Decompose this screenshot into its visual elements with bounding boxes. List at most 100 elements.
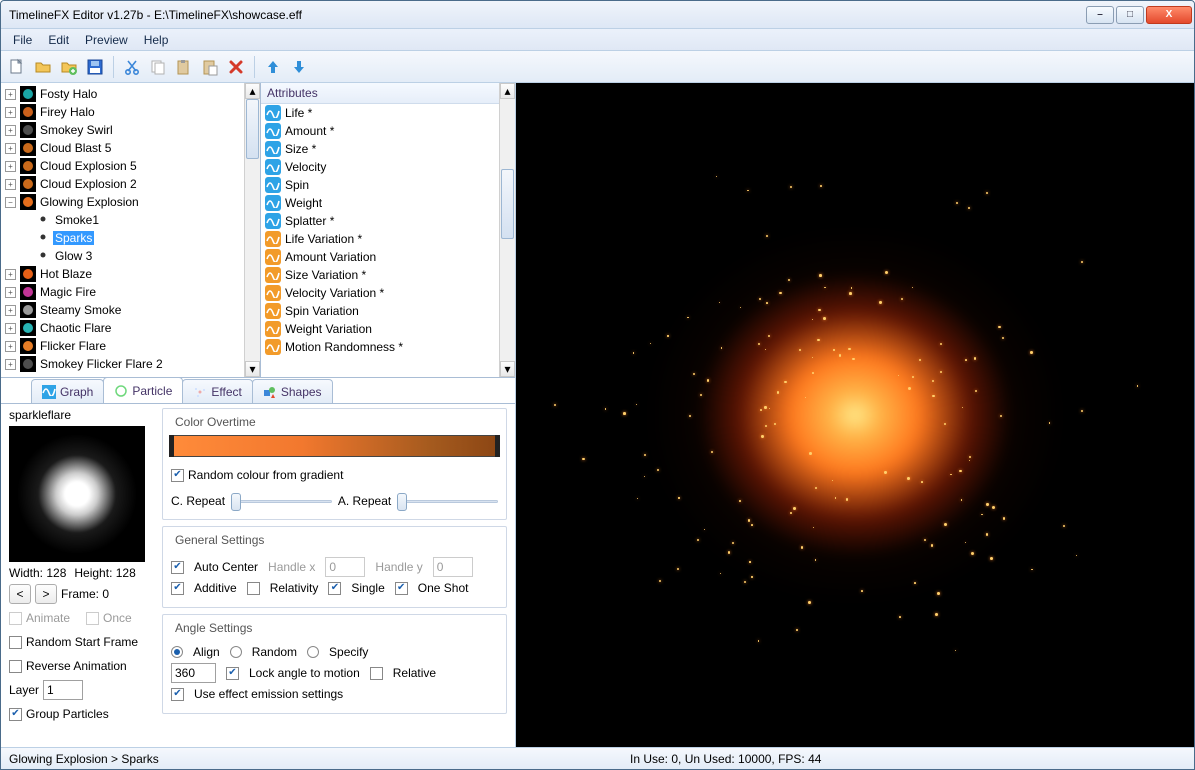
tree-item[interactable]: +Smokey Swirl: [5, 121, 244, 139]
tree-scrollbar[interactable]: ▴ ▾: [244, 83, 260, 377]
attribute-row[interactable]: Spin Variation: [261, 302, 499, 320]
expand-icon[interactable]: +: [5, 143, 16, 154]
additive-checkbox[interactable]: [171, 582, 184, 595]
layer-input[interactable]: [43, 680, 83, 700]
delete-icon[interactable]: [224, 55, 248, 79]
prev-frame-button[interactable]: <: [9, 584, 31, 604]
minimize-button[interactable]: –: [1086, 6, 1114, 24]
expand-icon[interactable]: +: [5, 269, 16, 280]
shape-preview[interactable]: [9, 426, 145, 562]
scroll-down-icon[interactable]: ▾: [500, 361, 515, 377]
copy-icon[interactable]: [146, 55, 170, 79]
scroll-down-icon[interactable]: ▾: [245, 361, 260, 377]
reverse-checkbox[interactable]: [9, 660, 22, 673]
paste-icon[interactable]: [172, 55, 196, 79]
menu-edit[interactable]: Edit: [40, 31, 77, 49]
tree-item[interactable]: +Smokey Flicker Flare 2: [5, 355, 244, 373]
attribute-row[interactable]: Velocity: [261, 158, 499, 176]
random-radio[interactable]: [230, 646, 242, 658]
open-icon[interactable]: [31, 55, 55, 79]
auto-center-checkbox[interactable]: [171, 561, 184, 574]
expand-icon[interactable]: +: [5, 305, 16, 316]
random-start-checkbox[interactable]: [9, 636, 22, 649]
tree-child-item[interactable]: Glow 3: [5, 247, 244, 265]
menu-help[interactable]: Help: [136, 31, 177, 49]
tree-item[interactable]: +Chaotic Flare: [5, 319, 244, 337]
scrollbar-thumb[interactable]: [501, 169, 514, 239]
tree-item[interactable]: +Steamy Smoke: [5, 301, 244, 319]
specify-radio[interactable]: [307, 646, 319, 658]
next-frame-button[interactable]: >: [35, 584, 57, 604]
animate-checkbox[interactable]: [9, 612, 22, 625]
tree-item[interactable]: +Cloud Explosion 5: [5, 157, 244, 175]
slider-thumb[interactable]: [397, 493, 407, 511]
relative-checkbox[interactable]: [370, 667, 383, 680]
attribute-row[interactable]: Life *: [261, 104, 499, 122]
tab-graph[interactable]: Graph: [31, 379, 104, 403]
tab-effect[interactable]: Effect: [182, 379, 252, 403]
attribute-row[interactable]: Life Variation *: [261, 230, 499, 248]
expand-icon[interactable]: +: [5, 107, 16, 118]
group-particles-checkbox[interactable]: [9, 708, 22, 721]
tree-child-item[interactable]: Smoke1: [5, 211, 244, 229]
effects-tree[interactable]: +Fosty Halo+Firey Halo+Smokey Swirl+Clou…: [1, 83, 244, 377]
close-button[interactable]: X: [1146, 6, 1192, 24]
attribute-row[interactable]: Size *: [261, 140, 499, 158]
tab-particle[interactable]: Particle: [103, 377, 183, 403]
color-gradient[interactable]: [171, 435, 498, 457]
menu-preview[interactable]: Preview: [77, 31, 136, 49]
once-checkbox[interactable]: [86, 612, 99, 625]
expand-icon[interactable]: +: [5, 341, 16, 352]
attribute-row[interactable]: Motion Randomness *: [261, 338, 499, 356]
paste-special-icon[interactable]: [198, 55, 222, 79]
expand-icon[interactable]: +: [5, 125, 16, 136]
move-up-icon[interactable]: [261, 55, 285, 79]
attribute-row[interactable]: Splatter *: [261, 212, 499, 230]
relativity-checkbox[interactable]: [247, 582, 260, 595]
expand-icon[interactable]: −: [5, 197, 16, 208]
angle-input[interactable]: [171, 663, 216, 683]
attribute-row[interactable]: Velocity Variation *: [261, 284, 499, 302]
expand-icon[interactable]: +: [5, 179, 16, 190]
lock-angle-checkbox[interactable]: [226, 667, 239, 680]
save-icon[interactable]: [83, 55, 107, 79]
tree-item[interactable]: −Glowing Explosion: [5, 193, 244, 211]
folder-add-icon[interactable]: [57, 55, 81, 79]
tree-item[interactable]: +Cloud Blast 5: [5, 139, 244, 157]
a-repeat-slider[interactable]: [397, 491, 498, 511]
attribute-row[interactable]: Amount Variation: [261, 248, 499, 266]
expand-icon[interactable]: +: [5, 89, 16, 100]
tree-item[interactable]: +Firey Halo: [5, 103, 244, 121]
maximize-button[interactable]: □: [1116, 6, 1144, 24]
scroll-up-icon[interactable]: ▴: [500, 83, 515, 99]
slider-thumb[interactable]: [231, 493, 241, 511]
tab-shapes[interactable]: Shapes: [252, 379, 333, 403]
attribute-row[interactable]: Weight Variation: [261, 320, 499, 338]
expand-icon[interactable]: +: [5, 323, 16, 334]
attribute-row[interactable]: Amount *: [261, 122, 499, 140]
attributes-scrollbar[interactable]: ▴ ▾: [499, 83, 515, 377]
move-down-icon[interactable]: [287, 55, 311, 79]
preview-viewport[interactable]: [516, 83, 1194, 747]
cut-icon[interactable]: [120, 55, 144, 79]
attributes-list[interactable]: Attributes Life *Amount *Size *VelocityS…: [261, 83, 499, 377]
tree-child-item[interactable]: Sparks: [5, 229, 244, 247]
use-effect-checkbox[interactable]: [171, 688, 184, 701]
new-icon[interactable]: [5, 55, 29, 79]
tree-item[interactable]: +Cloud Explosion 2: [5, 175, 244, 193]
expand-icon[interactable]: +: [5, 287, 16, 298]
expand-icon[interactable]: +: [5, 359, 16, 370]
random-gradient-checkbox[interactable]: [171, 469, 184, 482]
menu-file[interactable]: File: [5, 31, 40, 49]
one-shot-checkbox[interactable]: [395, 582, 408, 595]
scrollbar-thumb[interactable]: [246, 99, 259, 159]
attribute-row[interactable]: Size Variation *: [261, 266, 499, 284]
attribute-row[interactable]: Spin: [261, 176, 499, 194]
expand-icon[interactable]: +: [5, 161, 16, 172]
single-checkbox[interactable]: [328, 582, 341, 595]
tree-item[interactable]: +Flicker Flare: [5, 337, 244, 355]
tree-item[interactable]: +Hot Blaze: [5, 265, 244, 283]
tree-item[interactable]: +Magic Fire: [5, 283, 244, 301]
attribute-row[interactable]: Weight: [261, 194, 499, 212]
c-repeat-slider[interactable]: [231, 491, 332, 511]
